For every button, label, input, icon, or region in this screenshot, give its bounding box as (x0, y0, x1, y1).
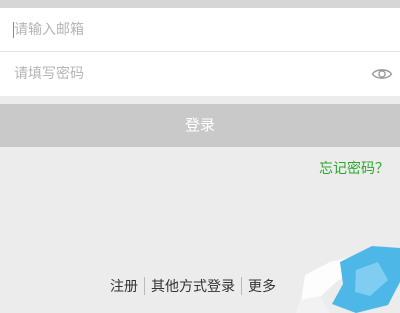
password-input[interactable] (12, 52, 362, 96)
status-bar (0, 0, 400, 8)
text-cursor (13, 22, 14, 38)
register-link[interactable]: 注册 (104, 276, 144, 296)
email-input[interactable] (12, 8, 362, 51)
other-login-methods-link[interactable]: 其他方式登录 (145, 276, 241, 296)
email-field-container[interactable] (0, 8, 400, 51)
bottom-links: 注册 其他方式登录 更多 (104, 276, 282, 296)
more-link[interactable]: 更多 (242, 276, 282, 296)
forgot-password-link[interactable]: 忘记密码？ (319, 158, 389, 178)
password-field-container[interactable] (0, 52, 400, 96)
login-button[interactable]: 登录 (0, 104, 400, 147)
eye-icon[interactable] (371, 65, 393, 83)
